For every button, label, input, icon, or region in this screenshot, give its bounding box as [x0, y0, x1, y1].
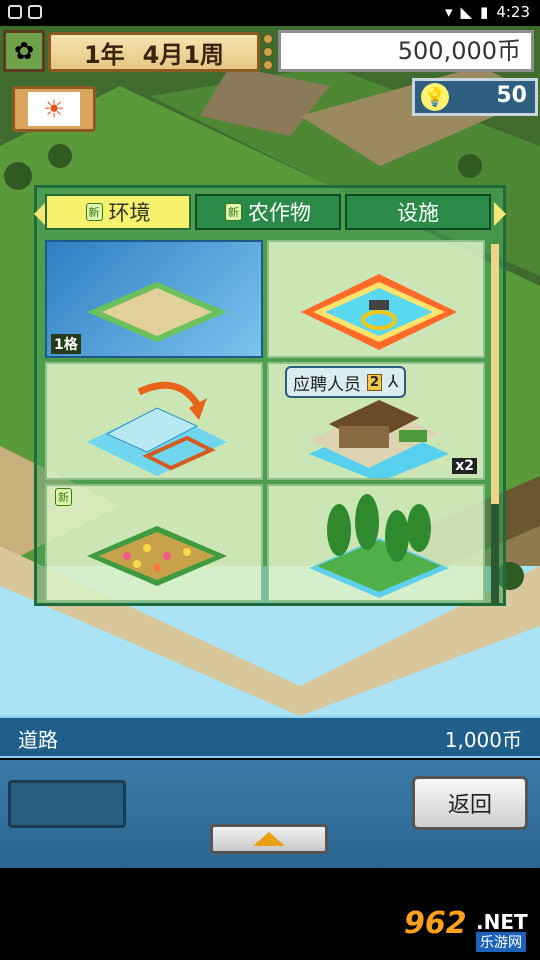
- tab-label: 设施: [397, 201, 439, 225]
- expand-button[interactable]: [210, 824, 328, 854]
- new-badge: 新: [85, 203, 103, 221]
- fountain-icon: [301, 274, 457, 350]
- item-flower-field[interactable]: 新: [45, 484, 263, 602]
- cherry-blossom-icon[interactable]: ✿: [3, 30, 45, 72]
- clock: 4:23: [496, 3, 530, 21]
- item-count: x2: [452, 458, 477, 474]
- sun-icon: ☀: [28, 92, 80, 126]
- calendar-date: 1年 4月1周: [48, 32, 260, 72]
- item-house[interactable]: 应聘人员 2 ⅄ x2: [267, 362, 485, 480]
- watermark-net: .NET: [476, 910, 528, 934]
- item-scrollbar[interactable]: [491, 244, 499, 604]
- new-badge: 新: [55, 488, 72, 506]
- bottom-controls: 返回: [0, 760, 540, 868]
- wifi-icon: ▾: [444, 3, 453, 21]
- applicant-count: 2: [367, 373, 383, 391]
- applicant-badge: 应聘人员 2 ⅄: [285, 366, 407, 398]
- weather-sign[interactable]: ☀: [12, 86, 96, 132]
- pool-move-icon: [87, 381, 227, 476]
- status-bar: ▾ ◣ ▮ 4:23: [0, 0, 540, 26]
- notification-icon: [8, 5, 22, 19]
- tab-environment[interactable]: 新 环境: [45, 194, 191, 230]
- watermark-logo: 962 .NET 乐游网: [404, 906, 534, 954]
- year-label: 1年: [83, 40, 125, 69]
- tab-crops[interactable]: 新 农作物: [195, 194, 341, 230]
- item-trees[interactable]: [267, 484, 485, 602]
- selected-item-name: 道路: [18, 728, 58, 752]
- item-road[interactable]: 1格: [45, 240, 263, 358]
- money-display: 500,000币: [278, 30, 534, 72]
- speed-control[interactable]: [262, 34, 274, 70]
- notification-icons: [8, 5, 42, 19]
- tab-label: 农作物: [248, 201, 311, 225]
- back-button[interactable]: 返回: [412, 776, 528, 830]
- up-arrow-icon: [253, 832, 285, 846]
- trees-icon: [309, 494, 449, 598]
- scrollbar-thumb[interactable]: [491, 244, 499, 504]
- item-grid: 1格 应聘人员 2 ⅄ x2 新: [45, 240, 485, 602]
- watermark-number: 962: [404, 906, 467, 941]
- empty-slot: [8, 780, 126, 828]
- tile-size-label: 1格: [51, 334, 81, 354]
- new-badge: 新: [225, 203, 242, 221]
- game-screen: ▾ ◣ ▮ 4:23 ✿ 1年 4月1周 500,000币 ☀ 💡 50 新 环…: [0, 0, 540, 960]
- flower-field-icon: [87, 526, 227, 586]
- month-week-label: 4月1周: [142, 40, 225, 69]
- next-tab-arrow-icon[interactable]: [494, 202, 506, 226]
- battery-icon: ▮: [480, 3, 489, 21]
- item-fountain[interactable]: [267, 240, 485, 358]
- tab-label: 环境: [108, 201, 151, 225]
- category-tabs: 新 环境 新 农作物 设施: [45, 194, 491, 232]
- selected-item-price: 1,000币: [444, 728, 522, 752]
- watermark-sub: 乐游网: [476, 932, 526, 952]
- build-menu: 新 环境 新 农作物 设施 1格 应聘人员 2 ⅄ x2 新: [34, 185, 506, 606]
- tab-facilities[interactable]: 设施: [345, 194, 491, 230]
- idea-points: 💡 50: [412, 78, 538, 116]
- idea-points-value: 50: [496, 83, 527, 108]
- applicant-label: 应聘人员: [293, 374, 361, 395]
- person-icon: ⅄: [388, 372, 399, 392]
- signal-icon: ◣: [460, 3, 473, 21]
- notification-icon: [28, 5, 42, 19]
- selected-item-info: 道路 1,000币: [0, 716, 540, 758]
- item-pool-move[interactable]: [45, 362, 263, 480]
- lightbulb-icon: 💡: [421, 83, 449, 111]
